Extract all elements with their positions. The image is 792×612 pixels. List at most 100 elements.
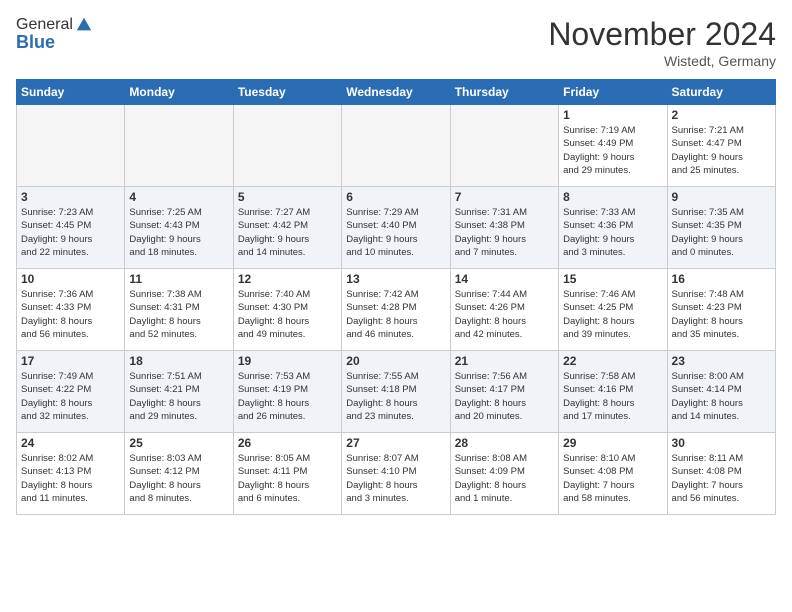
day-info: Sunrise: 8:10 AMSunset: 4:08 PMDaylight:…: [563, 452, 662, 505]
calendar-cell: 18Sunrise: 7:51 AMSunset: 4:21 PMDayligh…: [125, 351, 233, 433]
day-number: 3: [21, 190, 120, 204]
day-number: 28: [455, 436, 554, 450]
day-info: Sunrise: 7:29 AMSunset: 4:40 PMDaylight:…: [346, 206, 445, 259]
calendar-cell: 23 Sunrise: 8:00 AMSunset: 4:14 PMDayligh…: [667, 351, 775, 433]
month-title: November 2024: [548, 16, 776, 53]
day-info: Sunrise: 7:38 AMSunset: 4:31 PMDaylight:…: [129, 288, 228, 341]
day-info: Sunrise: 8:03 AMSunset: 4:12 PMDaylight:…: [129, 452, 228, 505]
col-thursday: Thursday: [450, 80, 558, 105]
day-number: 20: [346, 354, 445, 368]
day-info: Sunrise: 7:58 AMSunset: 4:16 PMDaylight:…: [563, 370, 662, 423]
calendar-cell: 13 Sunrise: 7:42 AMSunset: 4:28 PMDayligh…: [342, 269, 450, 351]
day-info: Sunrise: 8:00 AMSunset: 4:14 PMDaylight:…: [672, 370, 771, 423]
day-number: 21: [455, 354, 554, 368]
day-number: 2: [672, 108, 771, 122]
day-number: 23: [672, 354, 771, 368]
calendar-cell: 24 Sunrise: 8:02 AMSunset: 4:13 PMDayligh…: [17, 433, 125, 515]
day-info: Sunrise: 7:25 AMSunset: 4:43 PMDaylight:…: [129, 206, 228, 259]
calendar-cell: 8 Sunrise: 7:33 AMSunset: 4:36 PMDaylight…: [559, 187, 667, 269]
calendar-cell: 19 Sunrise: 7:53 AMSunset: 4:19 PMDayligh…: [233, 351, 341, 433]
calendar-cell: 12 Sunrise: 7:40 AMSunset: 4:30 PMDayligh…: [233, 269, 341, 351]
calendar-cell: 9 Sunrise: 7:35 AMSunset: 4:35 PMDaylight…: [667, 187, 775, 269]
calendar-cell: 28 Sunrise: 8:08 AMSunset: 4:09 PMDayligh…: [450, 433, 558, 515]
calendar-week-row: 24 Sunrise: 8:02 AMSunset: 4:13 PMDayligh…: [17, 433, 776, 515]
calendar-week-row: 3Sunrise: 7:23 AMSunset: 4:45 PMDaylight…: [17, 187, 776, 269]
day-info: Sunrise: 7:27 AMSunset: 4:42 PMDaylight:…: [238, 206, 337, 259]
col-saturday: Saturday: [667, 80, 775, 105]
day-number: 10: [21, 272, 120, 286]
day-info: Sunrise: 7:42 AMSunset: 4:28 PMDaylight:…: [346, 288, 445, 341]
day-info: Sunrise: 7:19 AMSunset: 4:49 PMDaylight:…: [563, 124, 662, 177]
calendar-cell: 16 Sunrise: 7:48 AMSunset: 4:23 PMDayligh…: [667, 269, 775, 351]
day-number: 9: [672, 190, 771, 204]
day-info: Sunrise: 7:36 AMSunset: 4:33 PMDaylight:…: [21, 288, 120, 341]
day-number: 25: [129, 436, 228, 450]
day-info: Sunrise: 7:53 AMSunset: 4:19 PMDaylight:…: [238, 370, 337, 423]
day-number: 7: [455, 190, 554, 204]
calendar-cell: 20 Sunrise: 7:55 AMSunset: 4:18 PMDayligh…: [342, 351, 450, 433]
day-info: Sunrise: 7:48 AMSunset: 4:23 PMDaylight:…: [672, 288, 771, 341]
calendar-cell: 5 Sunrise: 7:27 AMSunset: 4:42 PMDaylight…: [233, 187, 341, 269]
day-info: Sunrise: 7:55 AMSunset: 4:18 PMDaylight:…: [346, 370, 445, 423]
day-number: 4: [129, 190, 228, 204]
logo-blue-text: Blue: [16, 32, 93, 53]
day-info: Sunrise: 7:40 AMSunset: 4:30 PMDaylight:…: [238, 288, 337, 341]
calendar-week-row: 1 Sunrise: 7:19 AMSunset: 4:49 PMDaylight…: [17, 105, 776, 187]
day-info: Sunrise: 7:49 AMSunset: 4:22 PMDaylight:…: [21, 370, 120, 423]
logo: General Blue: [16, 16, 93, 53]
calendar-cell: [17, 105, 125, 187]
calendar-week-row: 17Sunrise: 7:49 AMSunset: 4:22 PMDayligh…: [17, 351, 776, 433]
col-sunday: Sunday: [17, 80, 125, 105]
day-info: Sunrise: 7:46 AMSunset: 4:25 PMDaylight:…: [563, 288, 662, 341]
calendar-cell: 3Sunrise: 7:23 AMSunset: 4:45 PMDaylight…: [17, 187, 125, 269]
calendar-cell: [125, 105, 233, 187]
day-number: 8: [563, 190, 662, 204]
day-info: Sunrise: 7:35 AMSunset: 4:35 PMDaylight:…: [672, 206, 771, 259]
calendar-cell: 25 Sunrise: 8:03 AMSunset: 4:12 PMDayligh…: [125, 433, 233, 515]
calendar-cell: 10 Sunrise: 7:36 AMSunset: 4:33 PMDayligh…: [17, 269, 125, 351]
day-info: Sunrise: 8:08 AMSunset: 4:09 PMDaylight:…: [455, 452, 554, 505]
day-info: Sunrise: 8:11 AMSunset: 4:08 PMDaylight:…: [672, 452, 771, 505]
day-number: 30: [672, 436, 771, 450]
header: General Blue November 2024 Wistedt, Germ…: [16, 16, 776, 69]
day-number: 19: [238, 354, 337, 368]
day-info: Sunrise: 8:05 AMSunset: 4:11 PMDaylight:…: [238, 452, 337, 505]
day-number: 29: [563, 436, 662, 450]
calendar-week-row: 10 Sunrise: 7:36 AMSunset: 4:33 PMDayligh…: [17, 269, 776, 351]
calendar-cell: 26Sunrise: 8:05 AMSunset: 4:11 PMDayligh…: [233, 433, 341, 515]
day-number: 12: [238, 272, 337, 286]
calendar-cell: [450, 105, 558, 187]
day-number: 5: [238, 190, 337, 204]
day-info: Sunrise: 7:56 AMSunset: 4:17 PMDaylight:…: [455, 370, 554, 423]
calendar-cell: 11 Sunrise: 7:38 AMSunset: 4:31 PMDayligh…: [125, 269, 233, 351]
calendar-cell: 2Sunrise: 7:21 AMSunset: 4:47 PMDaylight…: [667, 105, 775, 187]
day-number: 13: [346, 272, 445, 286]
calendar: Sunday Monday Tuesday Wednesday Thursday…: [16, 79, 776, 515]
day-number: 18: [129, 354, 228, 368]
calendar-cell: 6 Sunrise: 7:29 AMSunset: 4:40 PMDaylight…: [342, 187, 450, 269]
day-number: 22: [563, 354, 662, 368]
calendar-header-row: Sunday Monday Tuesday Wednesday Thursday…: [17, 80, 776, 105]
calendar-cell: 14Sunrise: 7:44 AMSunset: 4:26 PMDayligh…: [450, 269, 558, 351]
day-number: 27: [346, 436, 445, 450]
day-number: 16: [672, 272, 771, 286]
day-number: 1: [563, 108, 662, 122]
calendar-cell: 7 Sunrise: 7:31 AMSunset: 4:38 PMDaylight…: [450, 187, 558, 269]
calendar-cell: 17Sunrise: 7:49 AMSunset: 4:22 PMDayligh…: [17, 351, 125, 433]
calendar-cell: [233, 105, 341, 187]
calendar-cell: 22 Sunrise: 7:58 AMSunset: 4:16 PMDayligh…: [559, 351, 667, 433]
day-number: 11: [129, 272, 228, 286]
day-info: Sunrise: 8:02 AMSunset: 4:13 PMDaylight:…: [21, 452, 120, 505]
calendar-cell: 27Sunrise: 8:07 AMSunset: 4:10 PMDayligh…: [342, 433, 450, 515]
day-number: 6: [346, 190, 445, 204]
col-wednesday: Wednesday: [342, 80, 450, 105]
calendar-cell: 1 Sunrise: 7:19 AMSunset: 4:49 PMDaylight…: [559, 105, 667, 187]
page: General Blue November 2024 Wistedt, Germ…: [0, 0, 792, 612]
calendar-cell: 30 Sunrise: 8:11 AMSunset: 4:08 PMDayligh…: [667, 433, 775, 515]
location: Wistedt, Germany: [548, 53, 776, 69]
day-info: Sunrise: 7:31 AMSunset: 4:38 PMDaylight:…: [455, 206, 554, 259]
day-number: 24: [21, 436, 120, 450]
day-info: Sunrise: 7:33 AMSunset: 4:36 PMDaylight:…: [563, 206, 662, 259]
calendar-cell: 4 Sunrise: 7:25 AMSunset: 4:43 PMDaylight…: [125, 187, 233, 269]
logo-icon: [75, 16, 93, 34]
